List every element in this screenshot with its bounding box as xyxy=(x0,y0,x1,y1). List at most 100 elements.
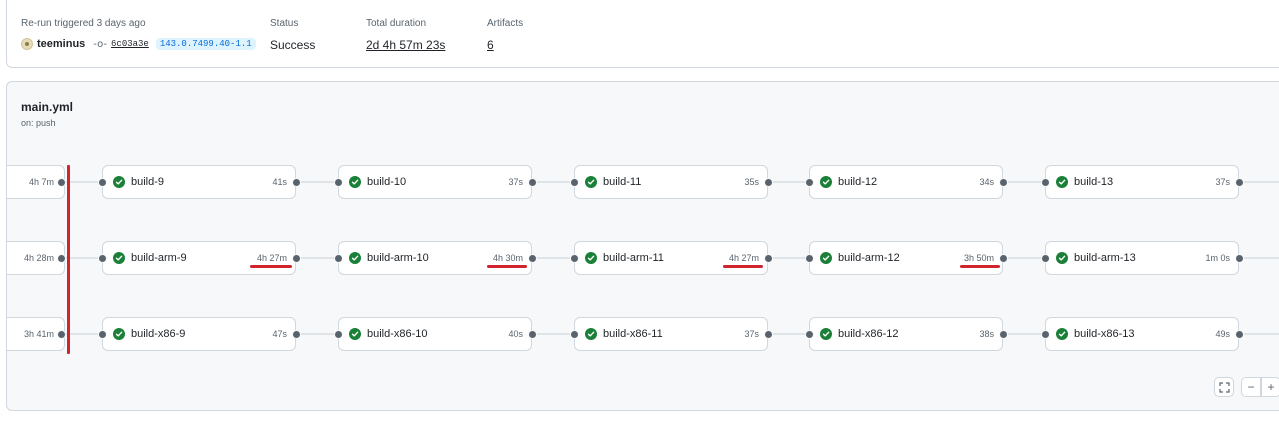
success-check-icon xyxy=(349,176,361,188)
job-node-build-x86-10[interactable]: build-x86-10 40s xyxy=(338,317,532,351)
job-duration: 3h 50m xyxy=(963,253,994,263)
job-node-build-13[interactable]: build-13 37s xyxy=(1045,165,1239,199)
success-check-icon xyxy=(820,328,832,340)
connector-dot xyxy=(333,329,343,339)
job-name: build-x86-12 xyxy=(838,328,899,340)
job-node-build-x86-9[interactable]: build-x86-9 47s xyxy=(102,317,296,351)
fullscreen-icon xyxy=(1218,381,1230,393)
connector-dot xyxy=(1040,177,1050,187)
job-duration: 4h 30m xyxy=(492,253,523,263)
job-duration: 38s xyxy=(979,329,994,339)
commit-icon: -o- xyxy=(93,38,108,50)
total-duration-link[interactable]: 2d 4h 57m 23s xyxy=(366,38,445,52)
connector-dot xyxy=(527,329,537,339)
annotation-underline xyxy=(487,265,527,268)
annotation-underline xyxy=(723,265,763,268)
job-duration: 4h 27m xyxy=(728,253,759,263)
job-node-build-9[interactable]: build-9 41s xyxy=(102,165,296,199)
job-node-build-arm-9[interactable]: build-arm-9 4h 27m xyxy=(102,241,296,275)
status-value: Success xyxy=(270,38,316,52)
job-duration: 3h 41m xyxy=(23,329,54,339)
connector-dot xyxy=(569,329,579,339)
artifacts-block: Artifacts 6 xyxy=(487,18,523,52)
connector-dot xyxy=(56,253,66,263)
success-check-icon xyxy=(1056,176,1068,188)
connector-dot xyxy=(291,253,301,263)
connector-dot xyxy=(998,329,1008,339)
job-name: build-arm-9 xyxy=(131,252,187,264)
job-name: build-arm-13 xyxy=(1074,252,1136,264)
success-check-icon xyxy=(349,252,361,264)
connector-dot xyxy=(291,177,301,187)
job-duration: 37s xyxy=(744,329,759,339)
success-check-icon xyxy=(585,328,597,340)
job-duration: 49s xyxy=(1215,329,1230,339)
connector-dot xyxy=(1040,253,1050,263)
connector-dot xyxy=(804,177,814,187)
avatar[interactable] xyxy=(21,38,33,50)
job-node-build-10[interactable]: build-10 37s xyxy=(338,165,532,199)
artifacts-label: Artifacts xyxy=(487,18,524,29)
duration-label: Total duration xyxy=(366,18,427,29)
success-check-icon xyxy=(113,328,125,340)
annotation-vertical-line xyxy=(67,165,70,354)
actor-name[interactable]: teeminus xyxy=(37,38,85,50)
fullscreen-button[interactable] xyxy=(1214,377,1234,397)
plus-icon: + xyxy=(1267,380,1275,394)
workflow-graph[interactable]: main.yml on: push 4h 7m build-9 41s build-1… xyxy=(6,81,1279,411)
job-name: build-13 xyxy=(1074,176,1114,188)
success-check-icon xyxy=(349,328,361,340)
connector-dot xyxy=(527,253,537,263)
job-node-build-arm-10[interactable]: build-arm-10 4h 30m xyxy=(338,241,532,275)
job-duration: 41s xyxy=(272,177,287,187)
connector-dot xyxy=(569,253,579,263)
job-node-build-arm-11[interactable]: build-arm-11 4h 27m xyxy=(574,241,768,275)
job-node-build-12[interactable]: build-12 34s xyxy=(809,165,1003,199)
connector-dot xyxy=(998,253,1008,263)
job-name: build-9 xyxy=(131,176,165,188)
job-name: build-11 xyxy=(603,176,642,188)
minus-icon: − xyxy=(1247,380,1255,394)
success-check-icon xyxy=(820,252,832,264)
job-duration: 40s xyxy=(508,329,523,339)
connector-dot xyxy=(527,177,537,187)
connector-dot xyxy=(804,329,814,339)
job-name: build-arm-12 xyxy=(838,252,900,264)
connector-dot xyxy=(763,253,773,263)
status-block: Status Success xyxy=(270,18,315,52)
branch-badge[interactable]: 143.0.7499.40-1.1 xyxy=(155,38,256,50)
connector-dot xyxy=(97,253,107,263)
job-name: build-arm-11 xyxy=(603,252,664,264)
job-node-build-arm-13[interactable]: build-arm-13 1m 0s xyxy=(1045,241,1239,275)
job-duration: 35s xyxy=(744,177,759,187)
job-duration: 34s xyxy=(979,177,994,187)
job-duration: 4h 28m xyxy=(23,253,54,263)
job-node-build-x86-11[interactable]: build-x86-11 37s xyxy=(574,317,768,351)
connector-dot xyxy=(998,177,1008,187)
job-node-build-x86-12[interactable]: build-x86-12 38s xyxy=(809,317,1003,351)
connector-dot xyxy=(1234,329,1244,339)
job-node-build-x86-13[interactable]: build-x86-13 49s xyxy=(1045,317,1239,351)
connector-dot xyxy=(97,329,107,339)
job-name: build-x86-9 xyxy=(131,328,186,340)
connector-dot xyxy=(56,177,66,187)
job-node-build-11[interactable]: build-11 35s xyxy=(574,165,768,199)
commit-sha-link[interactable]: 6c03a3e xyxy=(111,39,149,49)
connector-dot xyxy=(1234,253,1244,263)
zoom-in-button[interactable]: + xyxy=(1261,377,1279,397)
job-name: build-12 xyxy=(838,176,878,188)
job-duration: 37s xyxy=(508,177,523,187)
annotation-underline xyxy=(960,265,1000,268)
zoom-out-button[interactable]: − xyxy=(1241,377,1261,397)
job-node-build-arm-12[interactable]: build-arm-12 3h 50m xyxy=(809,241,1003,275)
success-check-icon xyxy=(113,252,125,264)
artifacts-count-link[interactable]: 6 xyxy=(487,38,523,52)
annotation-underline xyxy=(250,265,292,268)
job-duration: 37s xyxy=(1215,177,1230,187)
trigger-info: Re-run triggered 3 days ago teeminus -o-… xyxy=(21,18,256,50)
connector-dot xyxy=(1040,329,1050,339)
job-duration: 4h 27m xyxy=(256,253,287,263)
job-name: build-x86-11 xyxy=(603,328,663,340)
job-duration: 47s xyxy=(272,329,287,339)
job-name: build-10 xyxy=(367,176,407,188)
